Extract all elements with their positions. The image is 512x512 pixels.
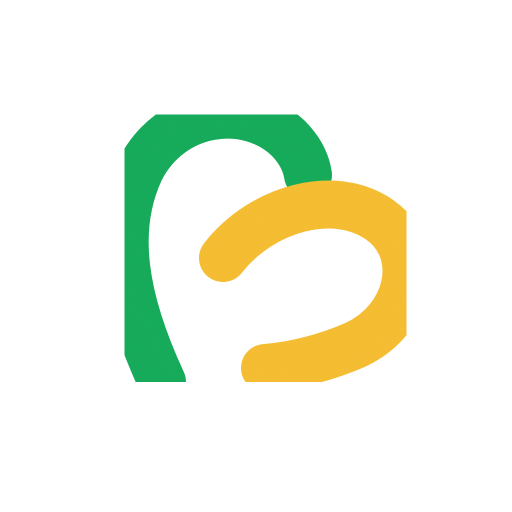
abstract-heart-logo-icon xyxy=(100,90,431,406)
logo-canvas xyxy=(0,0,512,512)
yellow-arc-stroke xyxy=(199,180,431,392)
